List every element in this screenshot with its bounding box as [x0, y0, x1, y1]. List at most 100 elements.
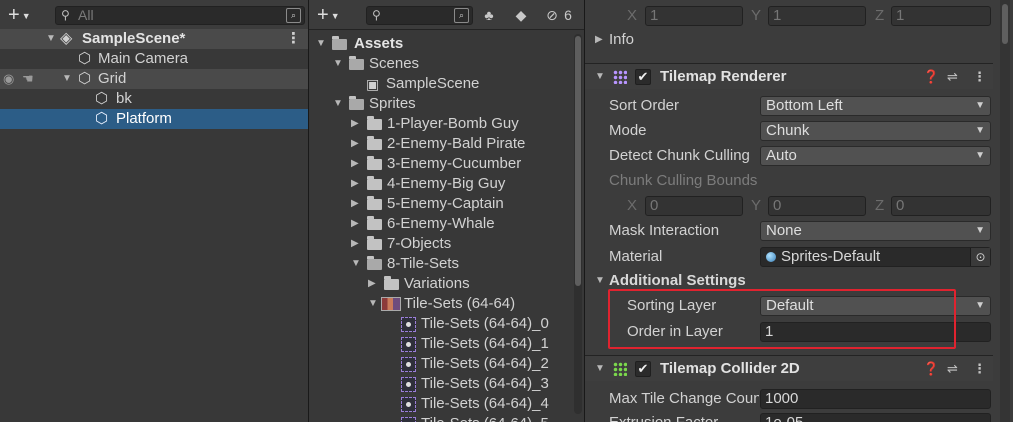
- max-tile-change-field[interactable]: 1000: [760, 389, 991, 409]
- bounds-z-field[interactable]: 0: [891, 196, 991, 216]
- component-enabled-checkbox[interactable]: ✔: [635, 69, 651, 85]
- info-foldout[interactable]: ▶ Info: [585, 28, 993, 52]
- project-folder-variations[interactable]: ▶ Variations: [309, 274, 584, 294]
- z-field[interactable]: 1: [891, 6, 991, 26]
- project-folder[interactable]: ▶ 6-Enemy-Whale: [309, 214, 584, 234]
- project-item-sprite[interactable]: Tile-Sets (64-64)_3: [309, 374, 584, 394]
- expand-arrow-icon[interactable]: ▼: [595, 72, 605, 82]
- project-folder[interactable]: ▶ 4-Enemy-Big Guy: [309, 174, 584, 194]
- expand-arrow-icon[interactable]: ▼: [595, 276, 605, 286]
- folder-open-icon: [367, 256, 382, 270]
- create-button[interactable]: + ▼: [8, 5, 31, 25]
- mask-interaction-dropdown[interactable]: None ▼: [760, 221, 991, 241]
- collapse-arrow-icon[interactable]: ▶: [351, 234, 359, 254]
- folder-label: Variations: [404, 275, 470, 292]
- gameobject-cube-icon: ⬡: [78, 70, 92, 87]
- project-item-tileset-texture[interactable]: ▼ Tile-Sets (64-64): [309, 294, 584, 314]
- hierarchy-item-bk[interactable]: ⬡ bk: [0, 89, 308, 109]
- scene-row[interactable]: ▼ ◈ SampleScene* ⋮: [0, 29, 308, 49]
- expand-arrow-icon[interactable]: ▼: [46, 29, 56, 49]
- mode-dropdown[interactable]: Chunk ▼: [760, 121, 991, 141]
- project-item-sprite[interactable]: Tile-Sets (64-64)_0: [309, 314, 584, 334]
- collapse-arrow-icon[interactable]: ▶: [351, 194, 359, 214]
- tilemap-collider-header[interactable]: ▼ ✔ Tilemap Collider 2D ❓ ⇌ ⋮: [585, 355, 993, 381]
- z-axis-label: Z: [875, 7, 885, 24]
- project-search-input[interactable]: ⚲ ⌕: [366, 6, 473, 25]
- search-filter-icon[interactable]: ⌕: [454, 8, 469, 23]
- help-icon[interactable]: ❓: [923, 356, 939, 382]
- bounds-y-field[interactable]: 0: [768, 196, 866, 216]
- project-folder-sprites[interactable]: ▼ Sprites: [309, 94, 584, 114]
- project-item-sprite[interactable]: Tile-Sets (64-64)_5: [309, 414, 584, 422]
- more-options-icon[interactable]: ⋮: [973, 356, 986, 382]
- detect-culling-value: Auto: [766, 147, 797, 164]
- expand-arrow-icon[interactable]: ▼: [351, 254, 361, 274]
- folder-label: 6-Enemy-Whale: [387, 215, 495, 232]
- project-item-samplescene[interactable]: ▣ SampleScene: [309, 74, 584, 94]
- hierarchy-item-main-camera[interactable]: ⬡ Main Camera: [0, 49, 308, 69]
- project-folder[interactable]: ▶ 7-Objects: [309, 234, 584, 254]
- project-folder[interactable]: ▼ 8-Tile-Sets: [309, 254, 584, 274]
- hierarchy-search-input[interactable]: ⚲ All ⌕: [55, 6, 305, 25]
- collapse-arrow-icon[interactable]: ▶: [351, 114, 359, 134]
- object-picker-icon[interactable]: ⊙: [970, 248, 990, 266]
- project-folder[interactable]: ▶ 5-Enemy-Captain: [309, 194, 584, 214]
- detect-culling-label: Detect Chunk Culling: [609, 147, 750, 164]
- search-filter-icon[interactable]: ⌕: [286, 8, 301, 23]
- hierarchy-item-grid[interactable]: ◉ ☚ ▼ ⬡ Grid: [0, 69, 308, 89]
- presets-icon[interactable]: ⇌: [947, 64, 958, 90]
- scrollbar-thumb[interactable]: [1002, 4, 1008, 44]
- collapse-arrow-icon[interactable]: ▶: [351, 174, 359, 194]
- sort-order-dropdown[interactable]: Bottom Left ▼: [760, 96, 991, 116]
- project-folder[interactable]: ▶ 3-Enemy-Cucumber: [309, 154, 584, 174]
- project-item-sprite[interactable]: Tile-Sets (64-64)_1: [309, 334, 584, 354]
- collapse-arrow-icon[interactable]: ▶: [595, 35, 603, 45]
- sort-order-row: Sort Order Bottom Left ▼: [585, 94, 993, 118]
- presets-icon[interactable]: ⇌: [947, 356, 958, 382]
- hierarchy-panel: + ▼ ⚲ All ⌕ ▼ ◈ SampleScene* ⋮ ⬡ Main Cam…: [0, 0, 308, 422]
- search-by-label-icon[interactable]: ◆: [511, 5, 531, 25]
- mask-interaction-value: None: [766, 222, 802, 239]
- help-icon[interactable]: ❓: [923, 64, 939, 90]
- material-object-field[interactable]: Sprites-Default ⊙: [760, 247, 991, 267]
- tilemap-renderer-header[interactable]: ▼ ✔ Tilemap Renderer ❓ ⇌ ⋮: [585, 63, 993, 89]
- x-field[interactable]: 1: [645, 6, 743, 26]
- expand-arrow-icon[interactable]: ▼: [333, 54, 343, 74]
- collapse-arrow-icon[interactable]: ▶: [351, 154, 359, 174]
- expand-arrow-icon[interactable]: ▼: [62, 69, 72, 89]
- expand-arrow-icon[interactable]: ▼: [333, 94, 343, 114]
- search-by-type-icon[interactable]: ♣: [479, 5, 499, 25]
- more-options-icon[interactable]: ⋮: [286, 29, 301, 49]
- hierarchy-item-platform[interactable]: ⬡ Platform: [0, 109, 308, 129]
- expand-arrow-icon[interactable]: ▼: [316, 34, 326, 54]
- expand-arrow-icon[interactable]: ▼: [595, 364, 605, 374]
- project-folder-assets[interactable]: ▼ Assets: [309, 34, 584, 54]
- scrollbar-thumb[interactable]: [575, 36, 581, 286]
- inspector-scrollbar[interactable]: [1000, 0, 1010, 422]
- project-panel: + ▼ ⚲ ⌕ ♣ ◆ ⊘ 6 ▼ Assets ▼ Scenes ▣ Sampl…: [309, 0, 584, 422]
- collapse-arrow-icon[interactable]: ▶: [351, 214, 359, 234]
- expand-arrow-icon[interactable]: ▼: [368, 294, 378, 314]
- project-scrollbar[interactable]: [574, 34, 582, 414]
- chevron-down-icon: ▼: [975, 100, 985, 111]
- pickable-hand-icon[interactable]: ☚: [22, 69, 34, 89]
- y-field[interactable]: 1: [768, 6, 866, 26]
- extrusion-factor-field[interactable]: 1e-05: [760, 413, 991, 422]
- project-folder-scenes[interactable]: ▼ Scenes: [309, 54, 584, 74]
- collapse-arrow-icon[interactable]: ▶: [368, 274, 376, 294]
- bounds-x-field[interactable]: 0: [645, 196, 743, 216]
- hierarchy-item-label: bk: [116, 90, 132, 107]
- project-folder[interactable]: ▶ 1-Player-Bomb Guy: [309, 114, 584, 134]
- project-folder[interactable]: ▶ 2-Enemy-Bald Pirate: [309, 134, 584, 154]
- visibility-eye-icon[interactable]: ◉: [3, 69, 14, 89]
- project-item-sprite[interactable]: Tile-Sets (64-64)_2: [309, 354, 584, 374]
- collapse-arrow-icon[interactable]: ▶: [351, 134, 359, 154]
- culling-bounds-vector-row: X 0 Y 0 Z 0: [585, 194, 993, 218]
- create-asset-button[interactable]: + ▼: [317, 5, 340, 25]
- component-enabled-checkbox[interactable]: ✔: [635, 361, 651, 377]
- project-item-sprite[interactable]: Tile-Sets (64-64)_4: [309, 394, 584, 414]
- more-options-icon[interactable]: ⋮: [973, 64, 986, 90]
- detect-culling-dropdown[interactable]: Auto ▼: [760, 146, 991, 166]
- chevron-down-icon: ▼: [330, 10, 340, 21]
- hidden-packages-icon[interactable]: ⊘: [541, 5, 563, 25]
